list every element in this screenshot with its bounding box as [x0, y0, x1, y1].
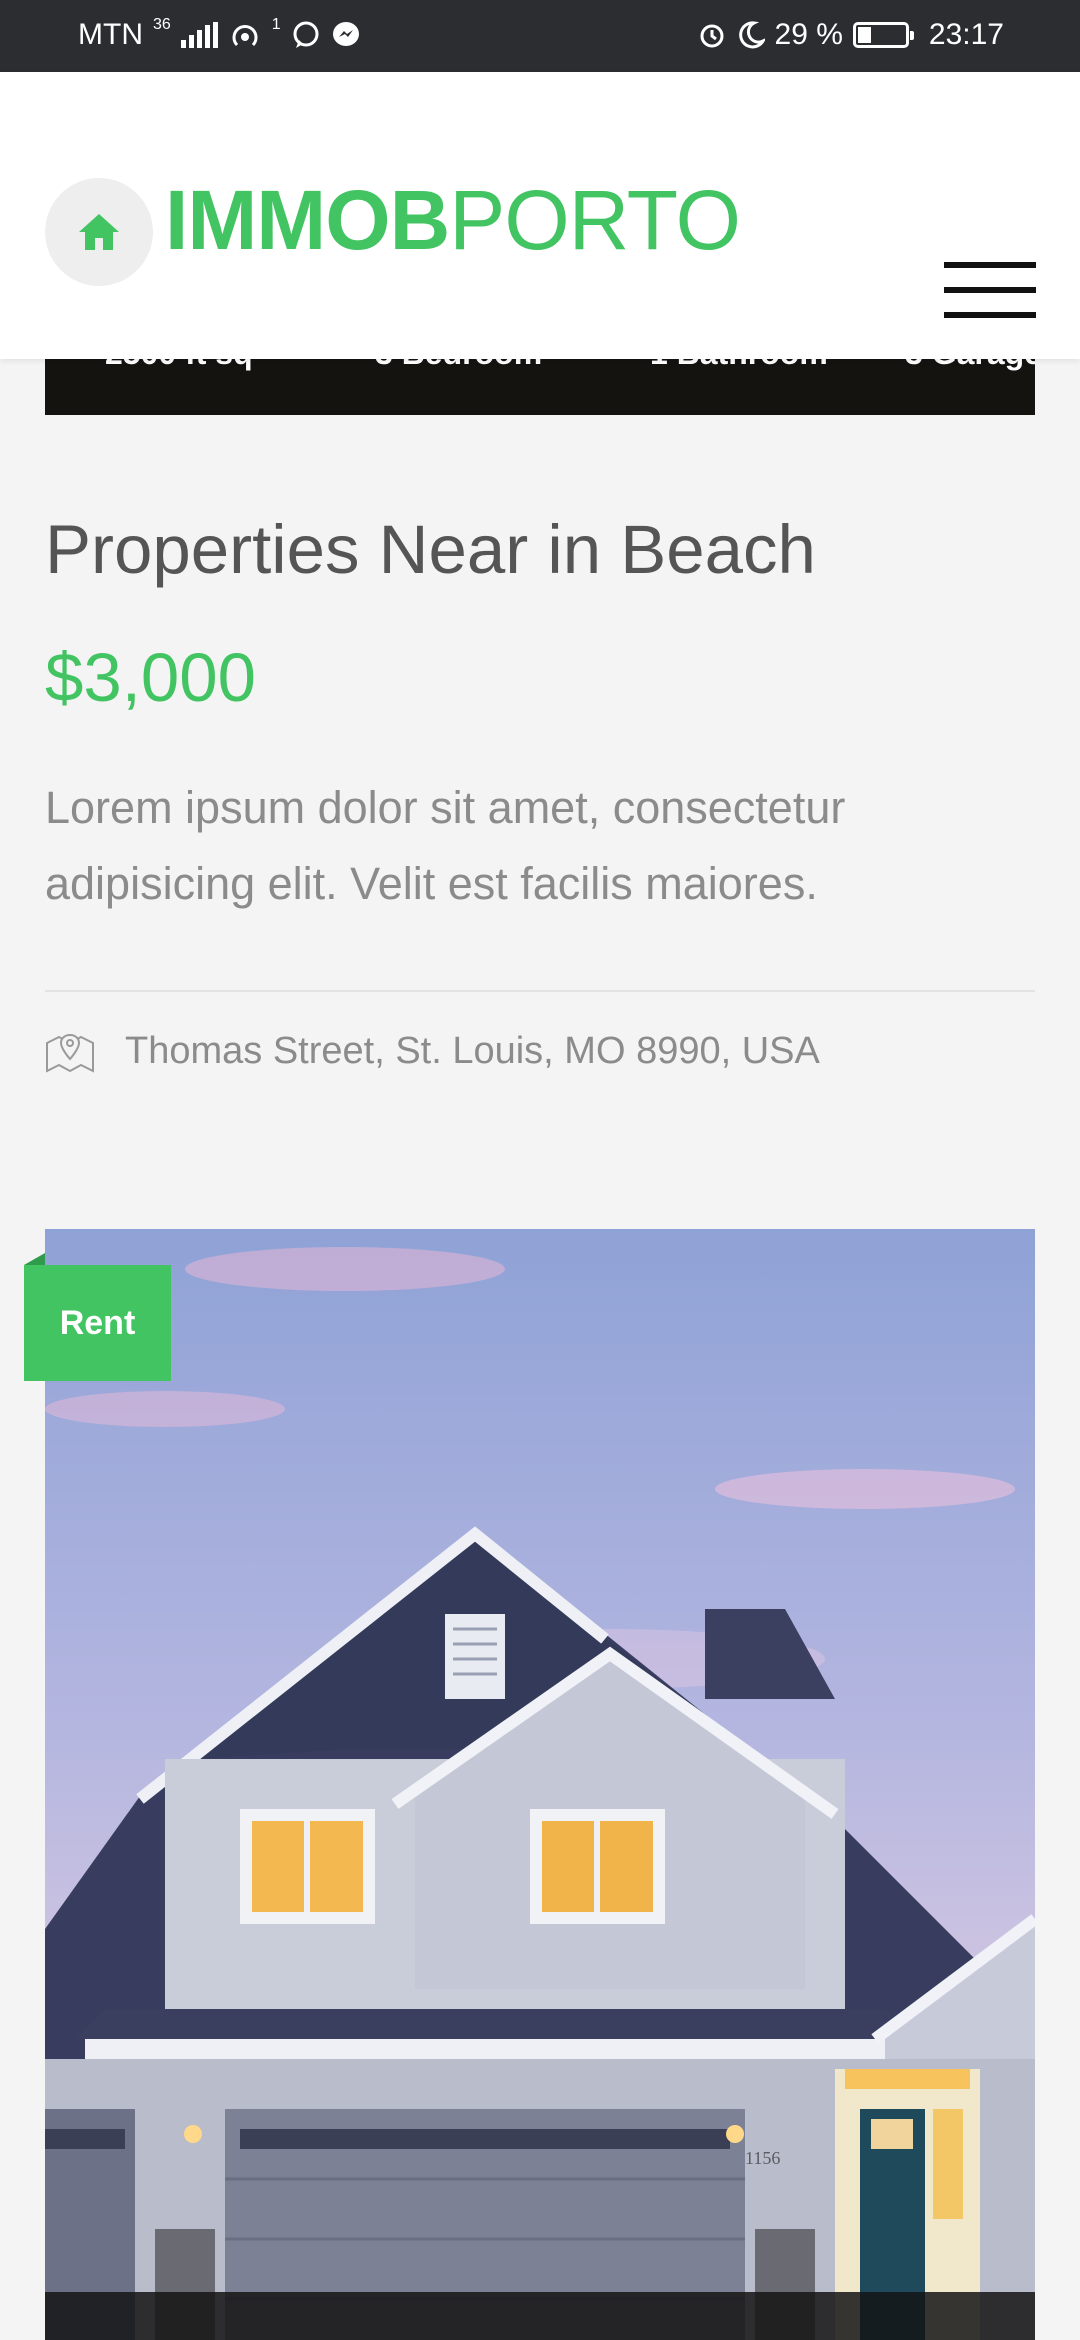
messenger-icon: [332, 22, 359, 46]
site-logo[interactable]: IMMOBPORTO: [165, 172, 741, 269]
hotspot-count: 1: [271, 16, 281, 33]
property-address: Thomas Street, St. Louis, MO 8990, USA: [125, 1030, 820, 1072]
feature-bathrooms: 1 Bathroom: [650, 359, 828, 372]
property-title[interactable]: Properties Near in Beach: [45, 510, 816, 589]
property-description: Lorem ipsum dolor sit amet, consectetur …: [45, 782, 846, 909]
rent-badge: Rent: [24, 1265, 171, 1381]
alarm-icon: [700, 24, 724, 48]
signal-bars-icon: [180, 22, 218, 48]
photo-footer-bar: [45, 2292, 1035, 2340]
status-bar: MTN 36 1 29 % 23:17: [0, 0, 1080, 72]
feature-area: 2500 ft sq: [105, 359, 253, 372]
previous-listing-footer: 2500 ft sq 3 Bedroom 1 Bathroom 3 Garage: [45, 359, 1035, 415]
property-address-row: Thomas Street, St. Louis, MO 8990, USA: [45, 1030, 820, 1073]
carrier-name: MTN: [78, 18, 143, 51]
svg-text:1156: 1156: [745, 2148, 780, 2168]
house-photo[interactable]: 1156: [45, 1229, 1035, 2340]
logo-badge[interactable]: [45, 178, 153, 286]
property-price: $3,000: [45, 639, 257, 716]
battery-percent: 29 %: [774, 18, 843, 51]
feature-bedrooms: 3 Bedroom: [375, 359, 542, 372]
logo-light-text: PORTO: [449, 173, 741, 267]
badge-fold: [24, 1253, 45, 1265]
network-type: 36: [152, 16, 171, 33]
map-marker-icon: [46, 1033, 94, 1073]
site-header: IMMOBPORTO: [0, 72, 1080, 359]
moon-icon: [738, 21, 765, 49]
battery-icon: [852, 22, 914, 48]
clock: 23:17: [928, 18, 1004, 51]
home-icon: [79, 214, 119, 250]
hotspot-icon: [232, 25, 258, 47]
hamburger-menu-icon[interactable]: [944, 262, 1036, 318]
logo-bold-text: IMMOB: [165, 173, 450, 267]
feature-garage: 3 Garage: [905, 359, 1035, 372]
whatsapp-icon: [293, 21, 319, 48]
divider: [45, 990, 1035, 992]
